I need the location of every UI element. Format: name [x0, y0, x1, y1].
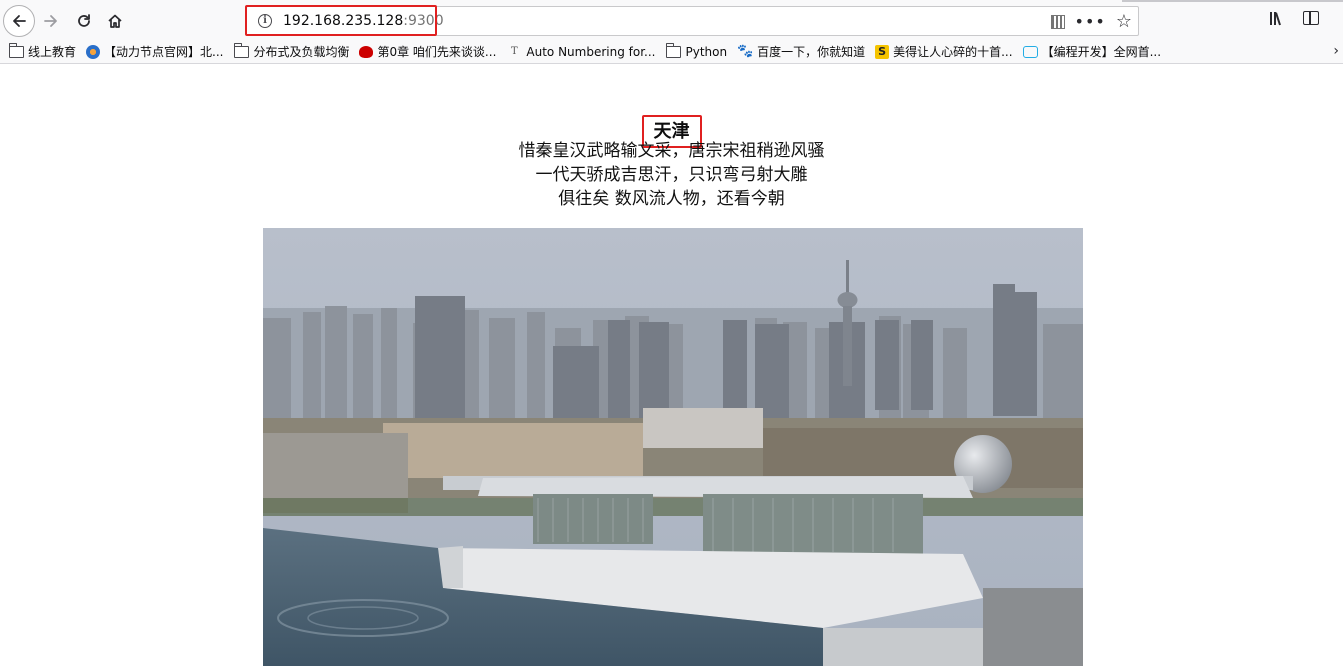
url-port: :9300: [403, 13, 444, 29]
home-button[interactable]: [100, 6, 130, 36]
forward-button[interactable]: [36, 6, 66, 36]
t-favicon: T: [511, 46, 518, 57]
folder-icon: [8, 42, 24, 58]
bookmark-label: 分布式及负载均衡: [253, 45, 350, 59]
bookmark-label: 线上教育: [28, 45, 77, 59]
bookmark-item[interactable]: 【动力节点官网】北...: [86, 42, 223, 62]
bookmark-item[interactable]: 第0章 咱们先来谈谈...: [359, 42, 496, 62]
home-icon: [108, 14, 122, 28]
tianjin-skyline-illustration: [263, 228, 1083, 666]
forward-arrow-icon: [44, 15, 57, 27]
folder-icon: [665, 42, 681, 58]
site-info-icon[interactable]: i: [258, 14, 272, 28]
bookmark-item[interactable]: T Auto Numbering for...: [506, 42, 655, 62]
poem-line: 一代天骄成吉思汗，只识弯弓射大雕: [535, 165, 808, 185]
folder-icon: [233, 42, 249, 58]
bookmark-label: 【动力节点官网】北...: [104, 45, 224, 59]
redhat-favicon: [359, 45, 374, 58]
bookmark-label: Auto Numbering for...: [526, 44, 656, 59]
reload-icon: [78, 14, 90, 27]
qr-code-icon[interactable]: [1050, 15, 1065, 29]
poem-line: 惜秦皇汉武略输文采，唐宗宋祖稍逊风骚: [518, 141, 825, 161]
bookmark-label: 第0章 咱们先来谈谈...: [377, 45, 497, 59]
bilibili-icon: [1022, 45, 1038, 58]
bookmark-label: 【编程开发】全网首...: [1041, 45, 1162, 59]
city-photo: [263, 228, 1083, 666]
url-text[interactable]: 192.168.235.128:9300: [283, 12, 444, 30]
bookmark-item[interactable]: 🐾 百度一下，你就知道: [737, 42, 865, 62]
page-actions-menu-icon[interactable]: •••: [1075, 14, 1106, 30]
bookmark-label: Python: [685, 44, 728, 59]
bookmark-item[interactable]: 【编程开发】全网首...: [1022, 42, 1162, 62]
bookmark-item[interactable]: S 美得让人心碎的十首...: [875, 42, 1013, 62]
bookmarks-overflow-chevron-icon[interactable]: ›: [1333, 43, 1339, 59]
bookmark-item[interactable]: 线上教育: [8, 42, 76, 62]
site-favicon: [86, 44, 101, 59]
library-icon[interactable]: [1269, 10, 1285, 26]
bookmark-item[interactable]: 分布式及负载均衡: [233, 42, 349, 62]
bookmark-label: 美得让人心碎的十首...: [893, 45, 1013, 59]
url-host: 192.168.235.128: [283, 13, 404, 29]
back-button[interactable]: [3, 5, 35, 37]
bookmark-star-icon[interactable]: ☆: [1116, 13, 1132, 31]
baidu-paw-icon: 🐾: [737, 44, 754, 59]
bookmark-item[interactable]: Python: [665, 42, 727, 62]
address-bar[interactable]: i 192.168.235.128:9300 ••• ☆: [246, 6, 1139, 36]
bookmark-label: 百度一下，你就知道: [757, 45, 866, 59]
page-content: 天津 惜秦皇汉武略输文采，唐宗宋祖稍逊风骚 一代天骄成吉思汗，只识弯弓射大雕 俱…: [0, 65, 1343, 666]
sidebar-toggle-icon[interactable]: [1303, 11, 1319, 25]
tab-strip-edge: [1122, 0, 1343, 2]
browser-toolbar: i 192.168.235.128:9300 ••• ☆: [0, 0, 1343, 40]
poem-line: 俱往矣 数风流人物，还看今朝: [558, 189, 785, 209]
s-favicon: S: [875, 44, 890, 59]
back-arrow-icon: [13, 15, 26, 27]
bookmarks-toolbar: 线上教育 【动力节点官网】北... 分布式及负载均衡 第0章 咱们先来谈谈...…: [0, 40, 1343, 64]
poem: 惜秦皇汉武略输文采，唐宗宋祖稍逊风骚 一代天骄成吉思汗，只识弯弓射大雕 俱往矣 …: [0, 139, 1343, 211]
reload-button[interactable]: [69, 6, 99, 36]
